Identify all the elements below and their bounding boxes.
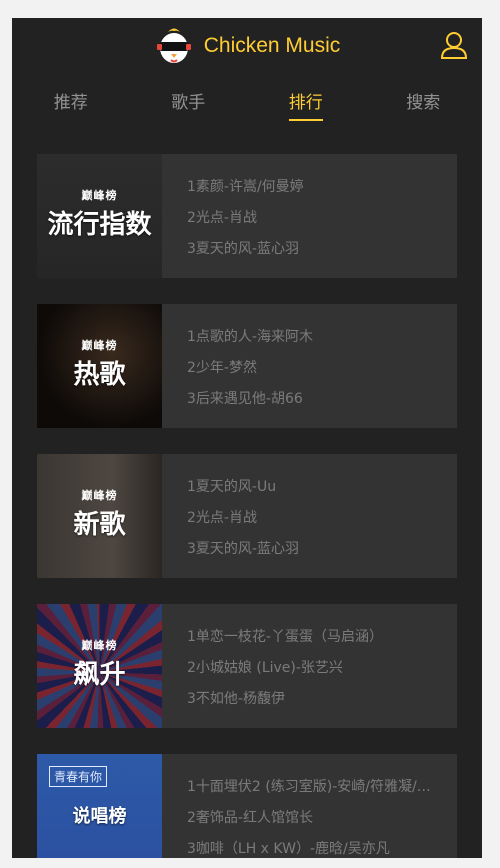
rank-cover-image: 巅峰榜 热歌 xyxy=(37,304,162,428)
user-icon[interactable] xyxy=(440,30,468,60)
tab-label: 推荐 xyxy=(53,93,88,113)
tab-label: 搜索 xyxy=(406,93,441,113)
cover-brand: 巅峰榜 xyxy=(81,639,118,652)
song-item: 1十面埋伏2 (练习室版)-安崎/符雅凝/陈珏/王承渲/上官喜爱 xyxy=(187,779,437,795)
tab-rank[interactable]: 排行 xyxy=(247,74,365,121)
rank-cover-image: 巅峰榜 飙升 xyxy=(37,604,162,728)
tab-recommend[interactable]: 推荐 xyxy=(12,74,130,118)
song-list: 1单恋一枝花-丫蛋蛋（马启涵） 2小城姑娘 (Live)-张艺兴 3不如他-杨馥… xyxy=(162,604,457,728)
song-item: 1素颜-许嵩/何曼婷 xyxy=(187,179,304,195)
cover-brand: 巅峰榜 xyxy=(81,489,118,502)
song-list: 1夏天的风-Uu 2光点-肖战 3夏天的风-蓝心羽 xyxy=(162,454,457,578)
rank-item[interactable]: 巅峰榜 飙升 1单恋一枝花-丫蛋蛋（马启涵） 2小城姑娘 (Live)-张艺兴 … xyxy=(37,604,457,728)
chicken-logo-icon xyxy=(156,28,191,63)
song-item: 2奢饰品-红人馆馆长 xyxy=(187,810,313,826)
rank-cover-image: 青春有你 说唱榜 xyxy=(37,754,162,858)
song-item: 3不如他-杨馥伊 xyxy=(187,691,285,707)
rank-cover-image: 巅峰榜 新歌 xyxy=(37,454,162,578)
rank-item[interactable]: 青春有你 说唱榜 1十面埋伏2 (练习室版)-安崎/符雅凝/陈珏/王承渲/上官喜… xyxy=(37,754,457,858)
song-item: 3夏天的风-蓝心羽 xyxy=(187,541,299,557)
song-item: 2小城姑娘 (Live)-张艺兴 xyxy=(187,660,343,676)
song-item: 2少年-梦然 xyxy=(187,360,257,376)
tab-search[interactable]: 搜索 xyxy=(365,74,483,118)
cover-name: 说唱榜 xyxy=(72,806,127,827)
song-item: 3咖啡（LH x KW）-鹿晗/吴亦凡 xyxy=(187,841,390,857)
cover-brand: 青春有你 xyxy=(49,766,108,787)
song-list: 1素颜-许嵩/何曼婷 2光点-肖战 3夏天的风-蓝心羽 xyxy=(162,154,457,278)
rank-item[interactable]: 巅峰榜 流行指数 1素颜-许嵩/何曼婷 2光点-肖战 3夏天的风-蓝心羽 xyxy=(37,154,457,278)
cover-name: 流行指数 xyxy=(47,210,152,240)
rank-item[interactable]: 巅峰榜 热歌 1点歌的人-海来阿木 2少年-梦然 3后来遇见他-胡66 xyxy=(37,304,457,428)
rank-cover-image: 巅峰榜 流行指数 xyxy=(37,154,162,278)
tab-singer[interactable]: 歌手 xyxy=(130,74,248,118)
song-item: 3后来遇见他-胡66 xyxy=(187,391,303,407)
cover-name: 热歌 xyxy=(73,360,126,390)
song-item: 1单恋一枝花-丫蛋蛋（马启涵） xyxy=(187,629,383,645)
app-screen: Chicken Music 推荐 歌手 排行 搜索 巅峰榜 流行指数 1素颜-许… xyxy=(12,18,482,858)
song-item: 1夏天的风-Uu xyxy=(187,479,277,495)
tab-bar: 推荐 歌手 排行 搜索 xyxy=(12,74,483,121)
tab-label: 排行 xyxy=(288,88,323,121)
song-list: 1点歌的人-海来阿木 2少年-梦然 3后来遇见他-胡66 xyxy=(162,304,457,428)
rank-list: 巅峰榜 流行指数 1素颜-许嵩/何曼婷 2光点-肖战 3夏天的风-蓝心羽 巅峰榜… xyxy=(12,118,482,858)
rank-item[interactable]: 巅峰榜 新歌 1夏天的风-Uu 2光点-肖战 3夏天的风-蓝心羽 xyxy=(37,454,457,578)
app-title: Chicken Music xyxy=(203,34,341,57)
song-list: 1十面埋伏2 (练习室版)-安崎/符雅凝/陈珏/王承渲/上官喜爱 2奢饰品-红人… xyxy=(162,754,457,858)
song-item: 2光点-肖战 xyxy=(187,210,257,226)
tab-label: 歌手 xyxy=(171,93,206,113)
cover-brand: 巅峰榜 xyxy=(81,339,118,352)
song-item: 2光点-肖战 xyxy=(187,510,257,526)
header: Chicken Music xyxy=(12,18,482,74)
song-item: 3夏天的风-蓝心羽 xyxy=(187,241,299,257)
song-item: 1点歌的人-海来阿木 xyxy=(187,329,313,345)
cover-name: 新歌 xyxy=(73,510,126,540)
cover-name: 飙升 xyxy=(73,660,126,690)
cover-brand: 巅峰榜 xyxy=(81,189,118,202)
